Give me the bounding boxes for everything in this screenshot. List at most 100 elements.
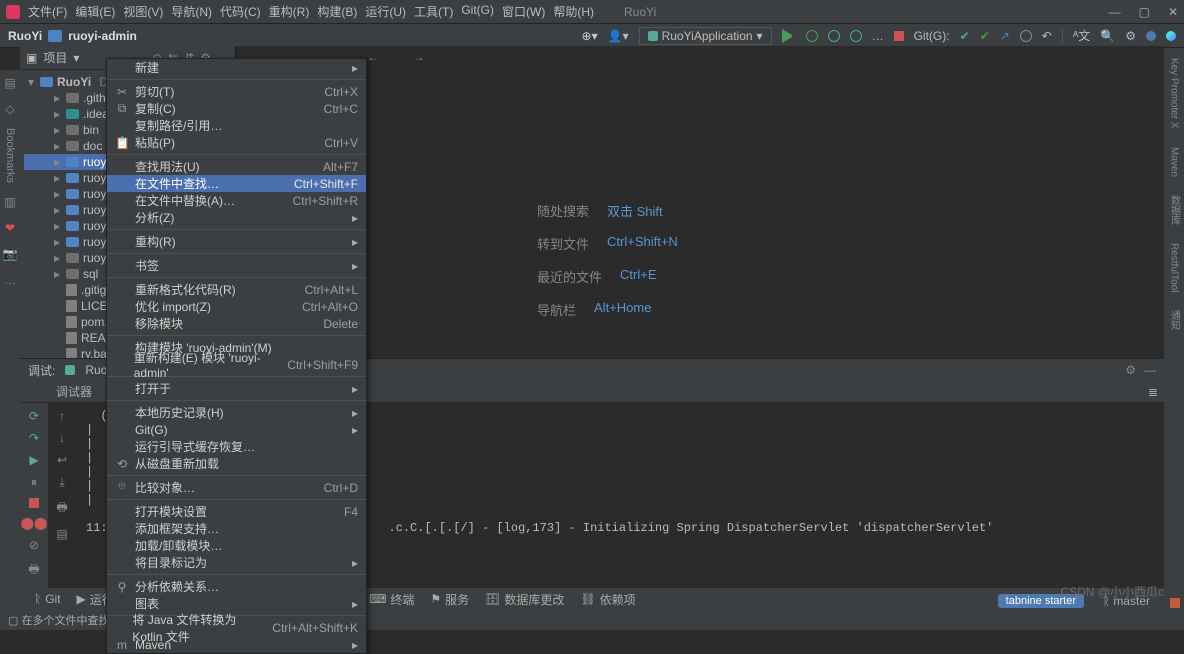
ctx-item[interactable]: ⯐比较对象…Ctrl+D — [107, 479, 366, 496]
nav-fwd-icon[interactable]: → — [413, 50, 425, 64]
translate-icon[interactable]: ᴬ文 — [1073, 27, 1090, 44]
right-strip-item[interactable]: 通知 — [1167, 310, 1182, 330]
breadcrumb-module[interactable]: ruoyi-admin — [68, 29, 137, 43]
debug-settings-icon[interactable]: ⚙ — [1125, 363, 1136, 377]
debugger-tab[interactable]: 调试器 — [50, 381, 98, 402]
ctx-item[interactable]: 加载/卸载模块… — [107, 537, 366, 554]
menu-item[interactable]: 运行(U) — [365, 3, 406, 20]
menu-item[interactable]: 构建(B) — [317, 3, 357, 20]
ctx-item[interactable]: 新建▸ — [107, 59, 366, 76]
vcs-push-icon[interactable]: ↗ — [1000, 29, 1010, 43]
ctx-item[interactable]: 将目录标记为▸ — [107, 554, 366, 571]
coverage-icon[interactable] — [828, 30, 840, 42]
vcs-label[interactable]: Git(G): — [914, 29, 950, 43]
structure-strip-icon[interactable]: ▥ — [4, 195, 15, 209]
ctx-item[interactable]: 优化 import(Z)Ctrl+Alt+O — [107, 298, 366, 315]
run-config-selector[interactable]: RuoYiApplication ▾ — [639, 27, 772, 45]
ai-dot-icon[interactable] — [1166, 31, 1176, 41]
maximize-icon[interactable]: ▢ — [1139, 5, 1150, 19]
menu-item[interactable]: 工具(T) — [414, 3, 453, 20]
ctx-item[interactable]: 运行引导式缓存恢复… — [107, 438, 366, 455]
layout-icon[interactable]: ≣ — [1148, 385, 1158, 399]
menu-item[interactable]: Git(G) — [461, 3, 494, 20]
ctx-item[interactable]: 复制路径/引用… — [107, 117, 366, 134]
vcs-update-icon[interactable]: ✔ — [960, 29, 970, 43]
vcs-commit-icon[interactable]: ✔ — [980, 29, 990, 43]
ctx-item[interactable]: mMaven▸ — [107, 636, 366, 653]
right-strip-item[interactable]: Maven — [1169, 147, 1180, 177]
ctx-item[interactable]: 在文件中替换(A)…Ctrl+Shift+R — [107, 192, 366, 209]
toolwindow-quick-icon[interactable]: ▢ — [8, 614, 18, 627]
settings-icon[interactable]: ⚙ — [1125, 29, 1136, 43]
menu-item[interactable]: 代码(C) — [220, 3, 261, 20]
ctx-item[interactable]: 添加框架支持… — [107, 520, 366, 537]
debug-icon[interactable] — [806, 30, 818, 42]
down-icon[interactable]: ↓ — [59, 431, 65, 445]
actions-icon[interactable]: … — [872, 29, 884, 43]
close-icon[interactable]: ✕ — [1168, 5, 1178, 19]
menu-item[interactable]: 编辑(E) — [75, 3, 115, 20]
ctx-item[interactable]: 在文件中查找…Ctrl+Shift+F — [107, 175, 366, 192]
pause-icon[interactable]: ⏸ — [31, 475, 37, 490]
split-icon[interactable]: ▤ — [56, 527, 67, 541]
toolwindow-button[interactable]: ⛓依赖项 — [580, 591, 635, 608]
ctx-item[interactable]: 本地历史记录(H)▸ — [107, 404, 366, 421]
ctx-item[interactable]: 📋粘贴(P)Ctrl+V — [107, 134, 366, 151]
ctx-item[interactable]: 分析(Z)▸ — [107, 209, 366, 226]
history-icon[interactable] — [1020, 30, 1032, 42]
dbg-stop-icon[interactable] — [29, 498, 39, 508]
ctx-item[interactable]: 移除模块Delete — [107, 315, 366, 332]
ctx-item[interactable]: 重新格式化代码(R)Ctrl+Alt+L — [107, 281, 366, 298]
ctx-item[interactable]: Git(G)▸ — [107, 421, 366, 438]
profile-icon[interactable] — [850, 30, 862, 42]
rollback-icon[interactable]: ↶ — [1042, 29, 1052, 43]
clear-icon[interactable]: 🖶 — [56, 498, 67, 519]
menu-item[interactable]: 重构(R) — [269, 3, 310, 20]
ctx-item[interactable]: 重构(R)▸ — [107, 233, 366, 250]
soft-wrap-icon[interactable]: ↩ — [57, 453, 67, 467]
toolwindow-button[interactable]: ⚑服务 — [430, 591, 469, 608]
ctx-item[interactable]: 重新构建(E) 模块 'ruoyi-admin'Ctrl+Shift+F9 — [107, 356, 366, 373]
ctx-item[interactable]: 将 Java 文件转换为 Kotlin 文件Ctrl+Alt+Shift+K — [107, 619, 366, 636]
scroll-end-icon[interactable]: ⤓ — [59, 475, 64, 490]
menu-item[interactable]: 视图(V) — [123, 3, 163, 20]
ctx-item[interactable]: 书签▸ — [107, 257, 366, 274]
ctx-item[interactable]: 查找用法(U)Alt+F7 — [107, 158, 366, 175]
ctx-item[interactable]: 打开模块设置F4 — [107, 503, 366, 520]
right-strip-item[interactable]: 数据库 — [1167, 195, 1182, 225]
mute-bp-icon[interactable]: ⊘ — [29, 538, 39, 552]
menu-item[interactable]: 窗口(W) — [502, 3, 545, 20]
favorites-strip-icon[interactable]: ❤ — [5, 221, 15, 235]
step-return-icon[interactable]: ↷ — [29, 431, 39, 445]
right-strip-item[interactable]: Key Promoter X — [1169, 58, 1180, 129]
nav-back-icon[interactable]: ← — [367, 50, 379, 64]
toolwindow-button[interactable]: ⌨终端 — [369, 591, 414, 608]
search-everywhere-icon[interactable]: 🔍 — [1100, 29, 1115, 43]
commit-strip-icon[interactable]: ◇ — [5, 102, 14, 116]
menu-item[interactable]: 文件(F) — [28, 3, 67, 20]
ctx-item[interactable]: 打开于▸ — [107, 380, 366, 397]
debug-hide-icon[interactable]: — — [1144, 363, 1156, 377]
add-config-icon[interactable]: ⊕▾ — [582, 29, 598, 43]
menu-item[interactable]: 帮助(H) — [553, 3, 594, 20]
context-menu[interactable]: 新建▸ ✂剪切(T)Ctrl+X⧉复制(C)Ctrl+C复制路径/引用…📋粘贴(P… — [106, 58, 367, 654]
view-bp-icon[interactable]: ⬤⬤ — [21, 516, 48, 530]
breadcrumb-root[interactable]: RuoYi — [8, 29, 42, 43]
ctx-item[interactable]: 图表▸ — [107, 595, 366, 612]
right-strip-item[interactable]: RestfulTool — [1169, 243, 1180, 292]
ctx-item[interactable]: ✂剪切(T)Ctrl+X — [107, 83, 366, 100]
ctx-item[interactable]: ⟲从磁盘重新加载 — [107, 455, 366, 472]
rerun-icon[interactable]: ⟳ — [29, 409, 39, 423]
more-strip-icon[interactable]: … — [4, 273, 16, 287]
tabnine-dot-icon[interactable] — [1146, 31, 1156, 41]
up-icon[interactable]: ↑ — [59, 409, 65, 423]
toolwindow-button[interactable]: ᚱGit — [34, 592, 61, 606]
project-strip-icon[interactable]: ▤ — [4, 76, 15, 90]
project-panel-title[interactable]: 项目 — [43, 49, 67, 66]
main-menu[interactable]: 文件(F) 编辑(E) 视图(V) 导航(N) 代码(C) 重构(R) 构建(B) 运行(U)… — [28, 3, 594, 20]
user-icon[interactable]: 👤▾ — [608, 29, 629, 43]
resume-icon[interactable]: ▶ — [29, 453, 38, 467]
camera-strip-icon[interactable]: 📷 — [3, 247, 18, 261]
menu-item[interactable]: 导航(N) — [171, 3, 212, 20]
ctx-item[interactable]: ⧉复制(C)Ctrl+C — [107, 100, 366, 117]
